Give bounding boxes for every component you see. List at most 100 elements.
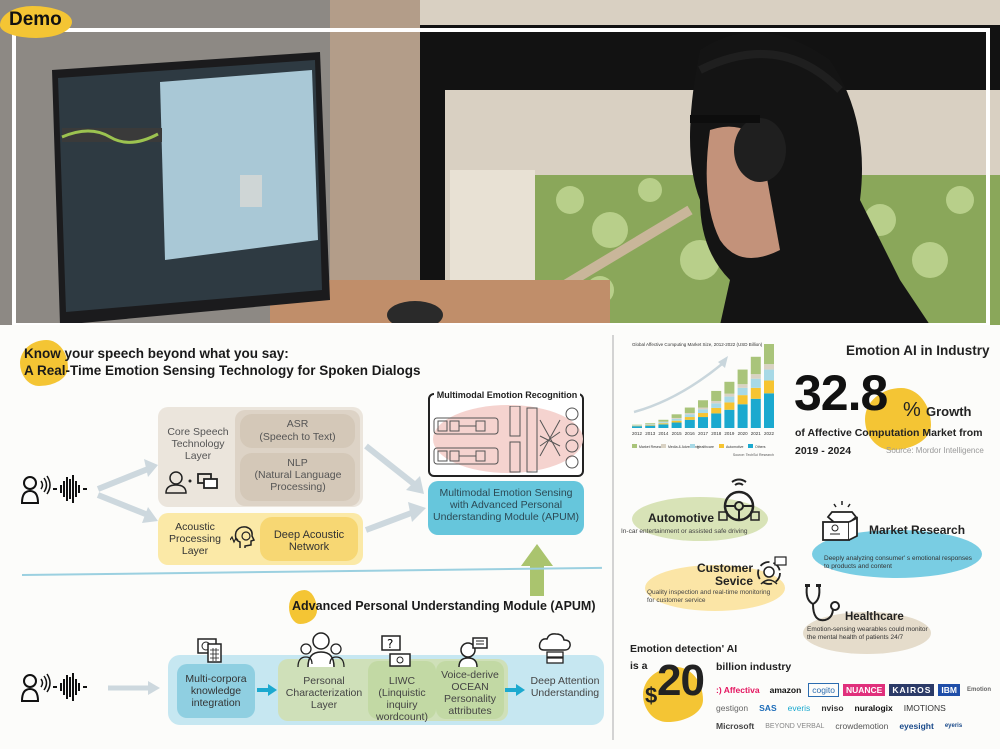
deep-attention-label: Deep Attention Understanding [530,675,600,699]
growth-value: 32.8 [794,365,888,421]
sector-market-research-title: Market Research [869,523,966,537]
legend-swatch [661,444,666,448]
x-tick-label: 2012 [632,431,643,436]
logo-nuance: NUANCE [842,684,886,696]
bar-segment-market-research-2013 [645,423,656,425]
growth-description: of Affective Computation Market from [795,427,983,439]
logo-ibm: IBM [938,684,960,696]
people-group-icon [296,632,346,673]
mmes-label: Multimodal Emotion Sensing with Advanced… [433,487,579,523]
bar-segment-automotive-2014 [658,423,669,425]
sector-automotive-title: Automotive [648,511,714,525]
merge-arrows [364,443,426,533]
growth-period: 2019 - 2024 [795,445,852,457]
bar-segment-market-research-2021 [750,356,761,375]
demo-photo-illustration [0,0,1000,325]
logo-amazon: amazon [769,685,802,695]
ocean-label: Voice-derive OCEAN Personality attribute… [441,669,499,717]
sector-customer-service-title: Customer Sevice [697,561,754,588]
bar-segment-healthcare-2020 [737,387,748,396]
bar-segment-others-2015 [671,422,682,428]
bar-segment-automotive-2020 [737,395,748,405]
logo-cogito: cogito [808,683,839,697]
bar-segment-others-2017 [698,417,708,428]
bar-segment-media-advertising-2019 [724,393,735,397]
bar-segment-media-advertising-2017 [698,407,708,410]
split-arrows [96,459,158,523]
x-tick-label: 2017 [698,431,709,436]
bar-segment-healthcare-2017 [698,409,708,414]
growth-source: Source: Mordor Intelligence [886,446,984,455]
up-arrow [521,544,553,596]
nlp-subtitle: (Natural Language Processing) [254,469,342,493]
legend-swatch [748,444,753,448]
bar-segment-market-research-2018 [711,390,722,401]
logo-row-3: Microsoft BEYOND VERBAL crowdemotion eye… [713,720,965,732]
market-size-chart: 2012 2013 2014 2015 2016 2017 2018 2019 2020 2021… [632,344,775,457]
flow-arrow-2 [505,684,525,696]
legend-label: Healthcare [697,445,714,449]
bar-segment-healthcare-2016 [684,414,695,418]
bar-segment-healthcare-2015 [671,418,682,421]
growth-unit: % [903,399,921,421]
header-line1: Know your speech beyond what you say: [24,346,289,361]
logo-row-2: gestigon SAS everis nviso nuralogix IMOT… [713,702,949,714]
logo-affectiva: :) Affectiva [716,685,760,695]
x-tick-label: 2013 [645,431,656,436]
bar-segment-others-2013 [645,425,656,428]
flow-arrow-1 [257,684,277,696]
asr-subtitle: (Speech to Text) [259,431,336,443]
liwc-label: LIWC (Linquistic inquiry wordcount) [376,675,428,723]
bar-segment-market-research-2012 [632,424,642,426]
bar-segment-automotive-2021 [750,387,761,399]
bar-segment-media-advertising-2020 [737,384,748,388]
bar-segment-healthcare-2021 [750,378,761,388]
industry-title: Emotion AI in Industry [846,343,990,358]
bar-segment-others-2021 [750,398,761,428]
market-line3: billion industry [716,661,792,673]
bar-segment-others-2012 [632,426,642,428]
x-tick-label: 2016 [685,431,696,436]
bar-segment-automotive-2017 [698,413,708,418]
logo-nuralogix: nuralogix [854,703,893,713]
bar-segment-automotive-2016 [684,417,695,420]
x-tick-label: 2019 [724,431,735,436]
sector-automotive-desc: In-car entertainment or assisted safe dr… [621,528,748,535]
bar-segment-media-advertising-2021 [750,374,761,379]
core-speech-label: Core Speech Technology Layer [167,426,229,462]
logo-imotions: IMOTIONS [903,703,946,713]
stethoscope-icon [803,582,847,631]
bar-segment-others-2022 [764,393,774,428]
bar-segment-automotive-2022 [764,380,774,394]
legend-swatch [719,444,724,448]
header-line2: A Real-Time Emotion Sensing Technology f… [24,363,421,378]
section-divider [612,335,614,740]
legend-label: Others [755,445,766,449]
market-amount: 20 [657,656,705,705]
sector-healthcare-desc: Emotion-sensing wearables could monitor … [807,626,928,641]
growth-trend-arrow [633,363,723,414]
bar-segment-healthcare-2013 [645,424,656,426]
bar-segment-automotive-2019 [724,402,735,410]
bar-segment-media-advertising-2015 [671,417,682,419]
bar-segment-others-2019 [724,409,735,428]
bar-segment-market-research-2019 [724,381,735,394]
logo-microsoft: Microsoft [716,721,755,731]
bar-segment-market-research-2016 [684,407,695,414]
bar-segment-healthcare-2014 [658,422,669,424]
nlp-title: NLP [287,457,308,469]
x-tick-label: 2022 [764,431,775,436]
apum-title: Advanced Personal Understanding Module (… [292,599,596,613]
market-line2: is a [630,660,648,672]
demo-photo [0,0,1000,325]
woman-speech-icon [457,636,489,673]
calculator-doc-icon [196,636,224,669]
logo-eyesight: eyesight [899,721,934,731]
bar-segment-media-advertising-2022 [764,364,774,370]
multi-corpora-label: Multi-corpora knowledge integration [185,673,247,709]
bar-segment-media-advertising-2018 [711,400,722,404]
neural-network-diagram [433,406,579,473]
logo-eyeris: eyeris [944,723,963,729]
speaker-person-icon [164,470,224,499]
bar-segment-media-advertising-2014 [658,421,669,423]
